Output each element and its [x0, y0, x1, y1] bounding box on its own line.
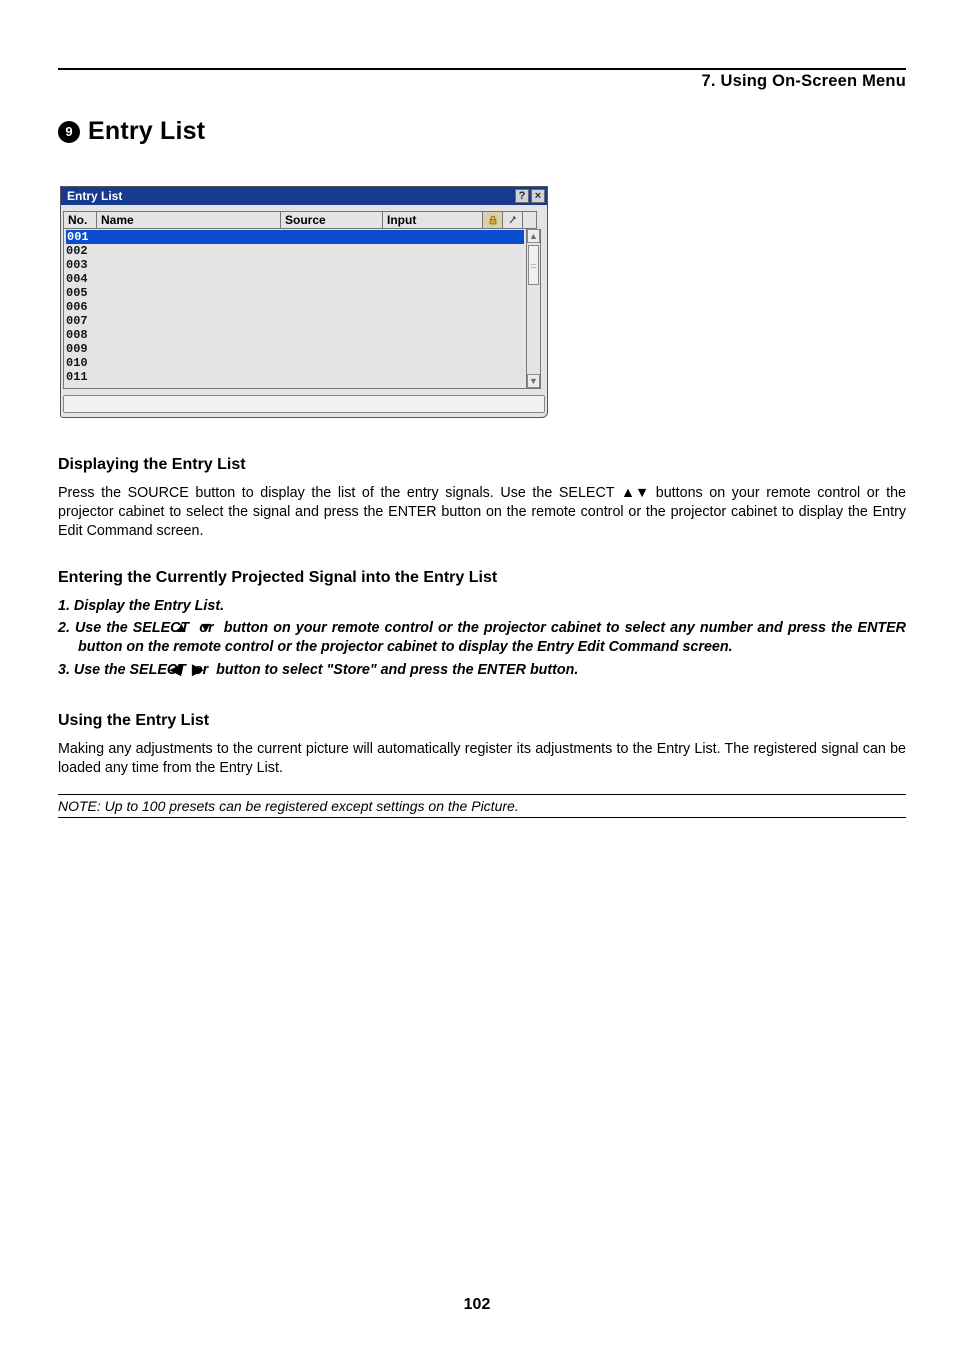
scroll-up-icon[interactable]: ▲	[527, 229, 540, 243]
list-item[interactable]: 007	[66, 314, 524, 328]
list-item[interactable]: 003	[66, 258, 524, 272]
list-item[interactable]: 004	[66, 272, 524, 286]
list-item[interactable]: 011	[66, 370, 524, 384]
col-no[interactable]: No.	[63, 211, 97, 229]
step-3: 3. Use the SELECT ◀ or ▶ button to selec…	[78, 661, 906, 680]
list-item[interactable]: 009	[66, 342, 524, 356]
section-header-rule	[58, 68, 906, 70]
note-text: NOTE: Up to 100 presets can be registere…	[58, 798, 906, 814]
entry-list-title: Entry List	[67, 189, 122, 203]
step-1: 1. Display the Entry List.	[78, 597, 906, 616]
page-title: Entry List	[88, 117, 205, 146]
lock-icon[interactable]	[483, 211, 503, 229]
body-using: Making any adjustments to the current pi…	[58, 740, 906, 778]
note-rule-bottom	[58, 817, 906, 818]
list-item[interactable]: 005	[66, 286, 524, 300]
page-title-row: 9 Entry List	[58, 117, 906, 146]
skip-icon[interactable]	[503, 211, 523, 229]
entry-list-titlebar: Entry List ? ×	[61, 187, 547, 205]
scroll-down-icon[interactable]: ▼	[527, 374, 540, 388]
close-icon[interactable]: ×	[531, 189, 545, 203]
col-name[interactable]: Name	[97, 211, 281, 229]
col-input[interactable]: Input	[383, 211, 483, 229]
list-item[interactable]: 006	[66, 300, 524, 314]
page-number: 102	[0, 1296, 954, 1314]
help-icon[interactable]: ?	[515, 189, 529, 203]
entry-list-window: Entry List ? × No. Name Source Input 001…	[60, 186, 548, 418]
subhead-entering: Entering the Currently Projected Signal …	[58, 569, 906, 587]
section-number-badge: 9	[58, 121, 80, 143]
list-item[interactable]: 010	[66, 356, 524, 370]
step-2: 2. Use the SELECT ▲ or ▼ button on your …	[78, 619, 906, 657]
subhead-using: Using the Entry List	[58, 712, 906, 730]
corner-cell	[523, 211, 537, 229]
status-bar	[63, 395, 545, 413]
entry-list-rows[interactable]: 001 002 003 004 005 006 007 008 009 010 …	[63, 229, 527, 389]
chapter-header: 7. Using On-Screen Menu	[58, 72, 906, 91]
col-source[interactable]: Source	[281, 211, 383, 229]
scroll-thumb[interactable]	[528, 245, 539, 285]
list-item[interactable]: 001	[66, 230, 524, 244]
body-displaying: Press the SOURCE button to display the l…	[58, 484, 906, 541]
note-rule-top	[58, 794, 906, 795]
list-item[interactable]: 008	[66, 328, 524, 342]
entry-list-column-headers: No. Name Source Input	[61, 211, 547, 229]
list-item[interactable]: 002	[66, 244, 524, 258]
subhead-displaying: Displaying the Entry List	[58, 456, 906, 474]
scrollbar[interactable]: ▲ ▼	[527, 229, 541, 389]
